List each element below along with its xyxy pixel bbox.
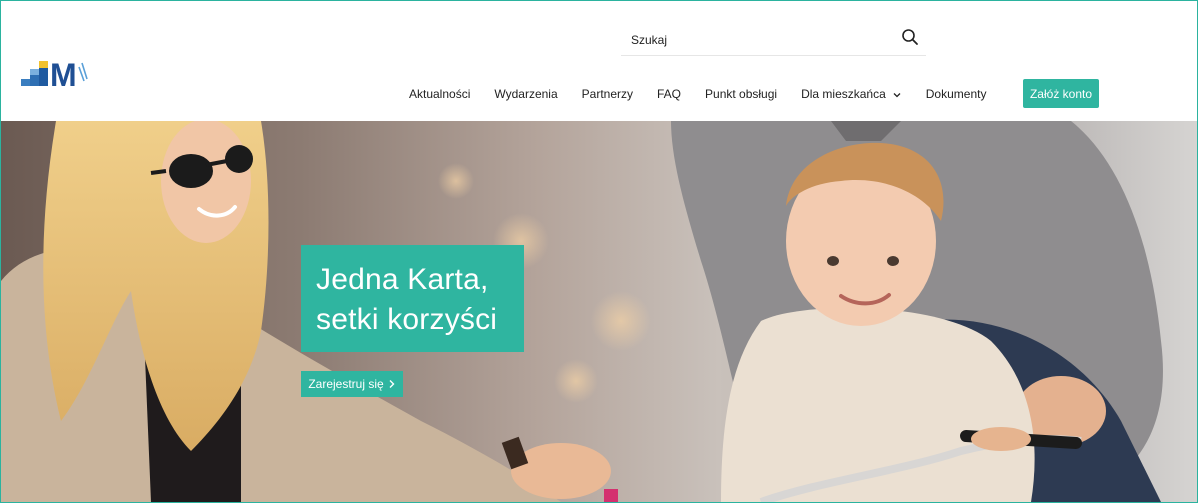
nav-item-dla-mieszkanca[interactable]: Dla mieszkańca bbox=[801, 87, 902, 101]
hero-headline-line-2: setki korzyści bbox=[316, 303, 498, 336]
hero-photo bbox=[1, 121, 1197, 502]
hero-headline-line-1: Jedna Karta, bbox=[316, 263, 489, 296]
search-icon[interactable] bbox=[901, 28, 921, 48]
site-logo[interactable]: M bbox=[21, 53, 101, 93]
logo-icon: M bbox=[21, 57, 88, 93]
main-nav: Aktualności Wydarzenia Partnerzy FAQ Pun… bbox=[409, 81, 1010, 107]
nav-item-punkt-obslugi[interactable]: Punkt obsługi bbox=[705, 87, 777, 101]
search-input[interactable] bbox=[621, 27, 891, 53]
hero-banner: Jedna Karta, setki korzyści Zarejestruj … bbox=[1, 121, 1197, 502]
nav-item-dokumenty[interactable]: Dokumenty bbox=[926, 87, 987, 101]
register-button[interactable]: Zarejestruj się bbox=[301, 371, 403, 397]
logo-text: M bbox=[50, 57, 77, 89]
nav-item-faq[interactable]: FAQ bbox=[657, 87, 681, 101]
search-bar bbox=[621, 25, 926, 56]
nav-item-wydarzenia[interactable]: Wydarzenia bbox=[494, 87, 557, 101]
nav-item-label: Dla mieszkańca bbox=[801, 87, 886, 101]
hero-headline-box: Jedna Karta, setki korzyści bbox=[301, 245, 524, 352]
nav-item-partnerzy[interactable]: Partnerzy bbox=[582, 87, 633, 101]
create-account-button[interactable]: Załóż konto bbox=[1023, 79, 1099, 108]
nav-item-aktualnosci[interactable]: Aktualności bbox=[409, 87, 470, 101]
chevron-right-icon bbox=[388, 379, 396, 389]
page-frame: M Aktualności Wydarzenia Partnerzy FAQ P… bbox=[0, 0, 1198, 503]
site-header: M Aktualności Wydarzenia Partnerzy FAQ P… bbox=[1, 1, 1197, 121]
register-button-label: Zarejestruj się bbox=[308, 377, 384, 391]
chevron-down-icon bbox=[892, 89, 902, 99]
